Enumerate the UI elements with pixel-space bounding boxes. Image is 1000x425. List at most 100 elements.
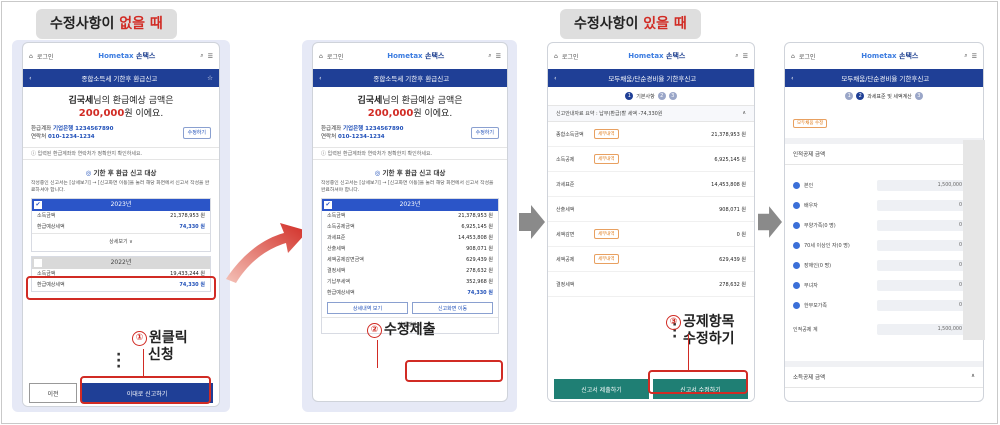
highlight-detail-button bbox=[26, 276, 216, 300]
screen2-phone: ⌂ 로그인 Hometax 손택스 ⌕ ☰ ‹ 종합소득세 기한후 환급신고 김국세님… bbox=[312, 42, 508, 402]
deduction-total-row: 인적공제 계1,500,000원 bbox=[785, 319, 983, 339]
nav-title: 모두채움/단순경비율 기한후신고 bbox=[841, 75, 930, 83]
step-indicator: 1 2 과세표준 및 세액계산 3 bbox=[785, 87, 983, 105]
nav-bar: ‹ 종합소득세 기한후 환급신고 bbox=[313, 69, 507, 87]
menu-icon[interactable]: ☰ bbox=[208, 53, 213, 60]
menu-icon[interactable]: ☰ bbox=[496, 53, 501, 60]
login-link[interactable]: 로그인 bbox=[562, 52, 579, 61]
info-icon[interactable] bbox=[793, 181, 800, 189]
edit-account-button[interactable]: 수정하기 bbox=[470, 127, 499, 139]
nav-bar: ‹ 모두채움/단순경비율 기한후신고 bbox=[785, 69, 983, 87]
checkbox-2022[interactable] bbox=[34, 259, 42, 267]
account-note: ⓘ 입력된 환급계좌와 연락처가 정확한지 확인하세요. bbox=[23, 147, 219, 160]
logo[interactable]: Hometax 손택스 bbox=[628, 51, 685, 61]
deduction-row: 배우자0원 bbox=[785, 195, 983, 215]
amount-input[interactable]: 0 bbox=[877, 259, 965, 271]
field-row: 세액공제 세부내역 629,439 원 bbox=[548, 247, 754, 272]
callout-3: ③ 공제항목 수정하기 bbox=[666, 314, 735, 348]
warning-text: 작성중인 신고서는 [상세보기] → [신고화면 이동]을 눌러 해당 화면에서… bbox=[321, 181, 494, 193]
nav-bar: ‹ 모두채움/단순경비율 기한후신고 bbox=[548, 69, 754, 87]
checkbox-2023[interactable]: ✔ bbox=[324, 201, 332, 209]
curved-arrow-icon bbox=[226, 223, 308, 283]
menu-icon[interactable]: ☰ bbox=[743, 53, 748, 60]
goto-report-button[interactable]: 신고화면 이동 bbox=[412, 302, 493, 314]
detail-button[interactable]: 상세보기 ∨ bbox=[32, 233, 210, 251]
detail-tag[interactable]: 세부내역 bbox=[594, 129, 619, 139]
amount-input[interactable]: 0 bbox=[877, 279, 965, 291]
year-card-2023-expanded: ✔ 2023년 소득금액 21,378,953 원 소득공제금액 6,925,145 … bbox=[321, 198, 499, 334]
logo[interactable]: Hometax 손택스 bbox=[387, 51, 444, 61]
field-row: 과세표준 14,453,808 원 bbox=[548, 172, 754, 197]
submit-report-button[interactable]: 신고서 제출하기 bbox=[554, 379, 649, 399]
top-bar: ⌂ 로그인 Hometax 손택스 ⌕ ☰ bbox=[313, 43, 507, 69]
search-icon[interactable]: ⌕ bbox=[735, 52, 738, 60]
summary-bar[interactable]: 신고안내자료 요약 : 납부(환급)할 세액 -74,330원 ∧ bbox=[548, 105, 754, 122]
top-bar: ⌂ 로그인 Hometax 손택스 ⌕ ☰ bbox=[548, 43, 754, 69]
login-link[interactable]: 로그인 bbox=[799, 52, 816, 61]
logo[interactable]: Hometax 손택스 bbox=[861, 51, 918, 61]
detail-history-button[interactable]: 상세내역 보기 bbox=[327, 302, 408, 314]
nav-title: 모두채움/단순경비율 기한후신고 bbox=[608, 75, 697, 83]
search-icon[interactable]: ⌕ bbox=[964, 52, 967, 60]
callout-1: ① 원클릭 신청 bbox=[132, 330, 188, 364]
collapse-icon[interactable]: ∧ bbox=[742, 110, 746, 116]
field-row: 결정세액 278,632 원 bbox=[548, 272, 754, 297]
refund-summary: 김국세님의 환급예상 금액은 200,000원 이에요. bbox=[68, 96, 174, 119]
nav-bar: ‹ 종합소득세 기한후 환급신고 ☆ bbox=[23, 69, 219, 87]
amount-input[interactable]: 0 bbox=[877, 219, 965, 231]
auto-fill-edit-tag[interactable]: 모두채움 수정 bbox=[793, 119, 828, 128]
detail-tag[interactable]: 세부내역 bbox=[594, 229, 619, 239]
help-icon[interactable]: ? bbox=[785, 165, 983, 175]
info-icon[interactable] bbox=[793, 301, 800, 309]
account-info: 환급계좌 기업은행 1234567890 연락처 010-1234-1234 수… bbox=[313, 121, 507, 145]
login-link[interactable]: 로그인 bbox=[37, 52, 54, 61]
target-title: 기한 후 환급 신고 대상 bbox=[313, 162, 507, 180]
search-icon[interactable]: ⌕ bbox=[200, 52, 203, 60]
nav-title: 종합소득세 기한후 환급신고 bbox=[81, 75, 158, 83]
callout-1-line bbox=[143, 349, 144, 377]
info-icon[interactable] bbox=[793, 221, 800, 229]
collapse-icon[interactable]: ∧ bbox=[971, 373, 975, 381]
detail-tag[interactable]: 세부내역 bbox=[594, 154, 619, 164]
section-income-deduction[interactable]: 소득공제 금액 ∧ bbox=[785, 361, 983, 388]
field-row: 소득공제 세부내역 6,925,145 원 bbox=[548, 147, 754, 172]
highlight-goto-report bbox=[405, 360, 503, 382]
search-icon[interactable]: ⌕ bbox=[488, 52, 491, 60]
amount-input[interactable]: 0 bbox=[877, 239, 965, 251]
refund-summary: 김국세님의 환급예상 금액은 200,000원 이에요. bbox=[357, 96, 463, 119]
info-icon[interactable] bbox=[793, 201, 800, 209]
screen4-phone: ⌂ 로그인 Hometax 손택스 ⌕ ☰ ‹ 모두채움/단순경비율 기한후신고 12… bbox=[784, 42, 984, 402]
info-icon[interactable] bbox=[793, 281, 800, 289]
field-row: 종합소득금액 세부내역 21,378,953 원 bbox=[548, 122, 754, 147]
detail-tag[interactable]: 세부내역 bbox=[594, 254, 619, 264]
info-icon[interactable] bbox=[793, 241, 800, 249]
warning-text: 작성중인 신고서는 [상세보기] → [신고화면 이동]을 눌러 해당 화면에서… bbox=[31, 181, 210, 193]
logo[interactable]: Hometax 손택스 bbox=[98, 51, 155, 61]
home-icon[interactable]: ⌂ bbox=[29, 53, 33, 60]
amount-input[interactable]: 1,500,000 bbox=[877, 179, 965, 191]
menu-icon[interactable]: ☰ bbox=[972, 53, 977, 60]
home-icon[interactable]: ⌂ bbox=[791, 53, 795, 60]
login-link[interactable]: 로그인 bbox=[327, 52, 344, 61]
section-personal-deduction[interactable]: 인적공제 금액∧ bbox=[785, 144, 983, 165]
star-icon[interactable]: ☆ bbox=[207, 74, 213, 82]
next-arrow-icon bbox=[758, 206, 782, 238]
info-icon[interactable] bbox=[793, 261, 800, 269]
top-bar: ⌂ 로그인 Hometax 손택스 ⌕ ☰ bbox=[785, 43, 983, 69]
nav-title: 종합소득세 기한후 환급신고 bbox=[373, 75, 450, 83]
home-icon[interactable]: ⌂ bbox=[554, 53, 558, 60]
highlight-submit-button bbox=[80, 376, 211, 404]
account-note: ⓘ 입력된 환급계좌와 연락처가 정확한지 확인하세요. bbox=[313, 147, 507, 160]
amount-input[interactable]: 0 bbox=[877, 199, 965, 211]
amount-input[interactable]: 0 bbox=[877, 299, 965, 311]
home-icon[interactable]: ⌂ bbox=[319, 53, 323, 60]
prev-button[interactable]: 이전 bbox=[29, 383, 77, 403]
callout-3-line bbox=[688, 334, 689, 370]
edit-account-button[interactable]: 수정하기 bbox=[182, 127, 211, 139]
deduction-row: 본인1,500,000원 bbox=[785, 175, 983, 195]
total-output: 1,500,000 bbox=[877, 323, 965, 335]
top-bar: ⌂ 로그인 Hometax 손택스 ⌕ ☰ bbox=[23, 43, 219, 69]
checkbox-2023[interactable]: ✔ bbox=[34, 201, 42, 209]
scroll-fade bbox=[963, 140, 985, 340]
deduction-row: 부녀자0원 bbox=[785, 275, 983, 295]
